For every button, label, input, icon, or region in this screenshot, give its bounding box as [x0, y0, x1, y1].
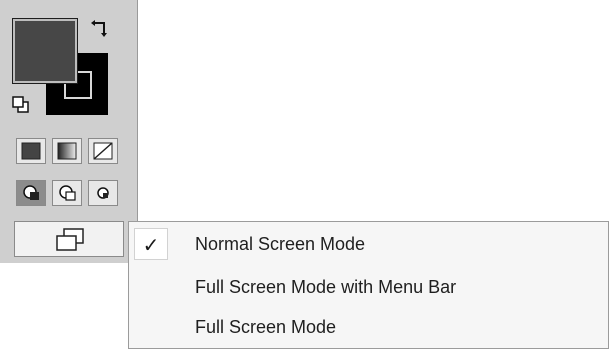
checkmark-icon: ✓: [142, 233, 160, 257]
mask-mode-2-button[interactable]: [52, 180, 82, 206]
no-fill-button[interactable]: [88, 138, 118, 164]
screen-mode-menu: ✓ Normal Screen Mode Full Screen Mode wi…: [128, 221, 609, 349]
menu-item-normal-screen-mode[interactable]: ✓ Normal Screen Mode: [129, 224, 608, 264]
checkmark-cell: [134, 311, 168, 343]
menu-item-full-screen-mode[interactable]: Full Screen Mode: [129, 307, 608, 347]
default-colors-icon[interactable]: [12, 96, 30, 114]
mask-mode-1-button[interactable]: [16, 180, 46, 206]
menu-item-label: Normal Screen Mode: [195, 234, 366, 254]
menu-item-full-screen-with-menu-bar[interactable]: Full Screen Mode with Menu Bar: [129, 267, 608, 307]
menu-item-label: Full Screen Mode with Menu Bar: [195, 277, 457, 297]
toolbox-panel: [0, 0, 138, 263]
menu-item-label: Full Screen Mode: [195, 317, 337, 337]
foreground-color-swatch[interactable]: [12, 18, 78, 84]
gradient-fill-button[interactable]: [52, 138, 82, 164]
solid-fill-button[interactable]: [16, 138, 46, 164]
swap-arrows-icon[interactable]: [90, 18, 112, 40]
checkmark-cell: [134, 271, 168, 303]
checkmark-cell: ✓: [134, 228, 168, 260]
screen-mode-button[interactable]: [14, 221, 124, 257]
mask-mode-3-button[interactable]: [88, 180, 118, 206]
